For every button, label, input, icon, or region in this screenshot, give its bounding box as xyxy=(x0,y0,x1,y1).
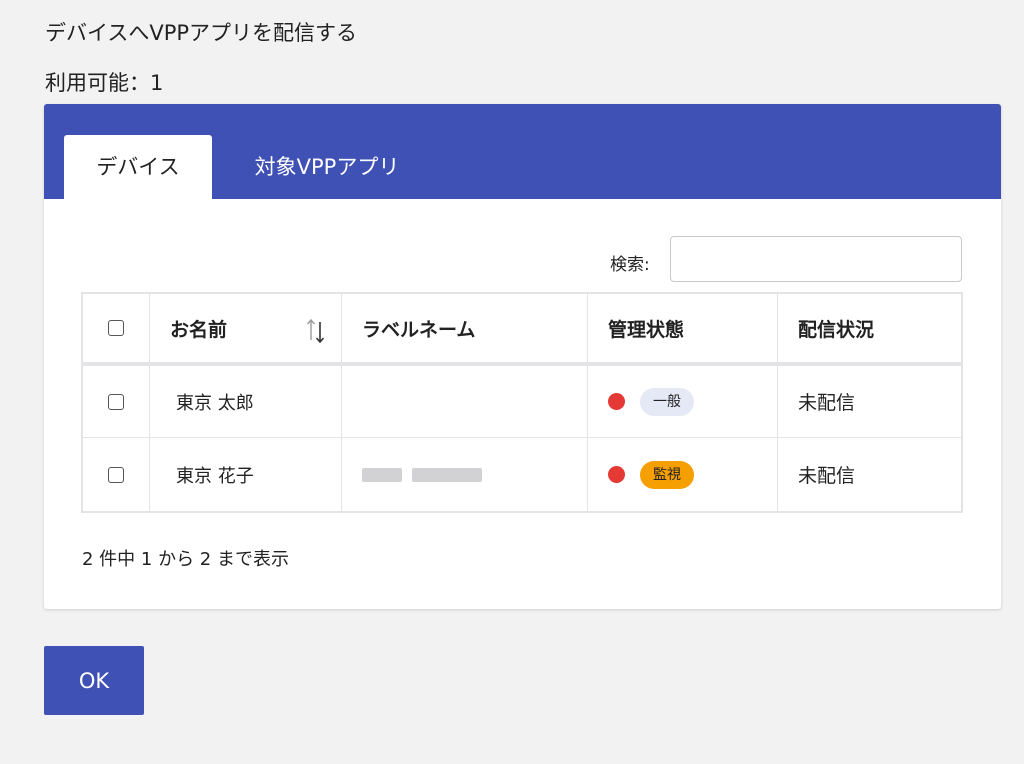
column-header-management-state[interactable]: 管理状態 xyxy=(588,294,778,362)
column-header-label-name[interactable]: ラベルネーム xyxy=(342,294,588,362)
sort-icon[interactable] xyxy=(305,316,327,346)
management-state-cell: 監視 xyxy=(588,438,778,511)
column-header-name-label: お名前 xyxy=(170,318,228,341)
device-card: デバイス 対象VPPアプリ 検索: お名前 ラベルネーム 管理状態 配信状況 東… xyxy=(44,104,1001,609)
management-state-cell: 一般 xyxy=(588,366,778,437)
device-name: 東京 太郎 xyxy=(150,366,342,437)
page-title: デバイスへVPPアプリを配信する xyxy=(45,21,358,45)
management-state-badge: 監視 xyxy=(640,460,694,489)
table-row: 東京 太郎 一般 未配信 xyxy=(83,366,961,438)
tab-devices[interactable]: デバイス xyxy=(64,135,212,199)
header-checkbox-cell xyxy=(83,294,150,362)
management-state-badge: 一般 xyxy=(640,387,694,416)
redacted-text xyxy=(362,467,402,482)
search-input[interactable] xyxy=(670,236,962,282)
row-checkbox[interactable] xyxy=(108,393,124,410)
redacted-text xyxy=(412,467,482,482)
table-header: お名前 ラベルネーム 管理状態 配信状況 xyxy=(83,294,961,366)
status-dot-icon xyxy=(608,466,625,483)
row-checkbox[interactable] xyxy=(108,466,124,483)
delivery-status: 未配信 xyxy=(798,465,856,487)
pagination-info: 2 件中 1 から 2 まで表示 xyxy=(82,549,289,570)
column-header-delivery-status[interactable]: 配信状況 xyxy=(778,294,961,362)
row-checkbox-cell xyxy=(83,366,150,437)
tab-bar: デバイス 対象VPPアプリ xyxy=(44,104,1001,199)
select-all-checkbox[interactable] xyxy=(108,320,124,336)
label-name-redacted xyxy=(342,438,588,511)
ok-button[interactable]: OK xyxy=(44,646,144,715)
device-name: 東京 花子 xyxy=(150,438,342,511)
status-dot-icon xyxy=(608,393,625,410)
row-checkbox-cell xyxy=(83,438,150,511)
column-header-name[interactable]: お名前 xyxy=(150,294,342,362)
available-count: 利用可能：1 xyxy=(45,71,164,95)
tab-target-vpp-apps[interactable]: 対象VPPアプリ xyxy=(232,135,422,199)
table-row: 東京 花子 監視 未配信 xyxy=(83,438,961,511)
search-label: 検索: xyxy=(610,255,650,275)
label-name xyxy=(342,366,588,437)
device-table: お名前 ラベルネーム 管理状態 配信状況 東京 太郎 一般 未配信 東京 花子 … xyxy=(81,292,963,513)
delivery-status: 未配信 xyxy=(798,392,856,414)
